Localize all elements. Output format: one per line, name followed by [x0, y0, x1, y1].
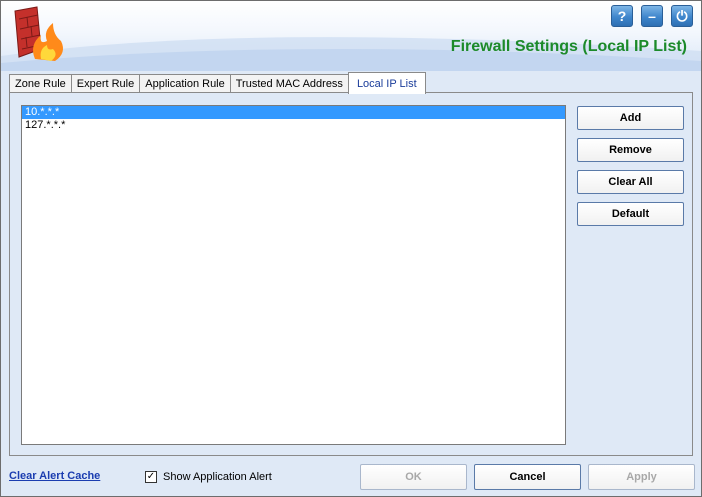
list-item[interactable]: 127.*.*.* — [22, 119, 565, 132]
tab-expert-rule[interactable]: Expert Rule — [70, 74, 141, 93]
list-item[interactable]: 10.*.*.* — [22, 106, 565, 119]
apply-button[interactable]: Apply — [588, 464, 695, 490]
dialog-buttons: OK Cancel Apply — [360, 464, 695, 490]
tab-panel: 10.*.*.* 127.*.*.* Add Remove Clear All … — [9, 92, 693, 456]
power-icon: ⏻ — [676, 7, 688, 24]
tab-strip: Zone Rule Expert Rule Application Rule T… — [9, 72, 426, 94]
cancel-button[interactable]: Cancel — [474, 464, 581, 490]
firewall-settings-window: ? – ⏻ Firewall Settings (Local IP List) … — [0, 0, 702, 497]
window-controls: ? – ⏻ — [611, 5, 693, 27]
add-button[interactable]: Add — [577, 106, 684, 130]
remove-button[interactable]: Remove — [577, 138, 684, 162]
show-application-alert-label: Show Application Alert — [163, 471, 272, 483]
help-button[interactable]: ? — [611, 5, 633, 27]
tab-zone-rule[interactable]: Zone Rule — [9, 74, 72, 93]
list-actions: Add Remove Clear All Default — [577, 106, 684, 226]
default-button[interactable]: Default — [577, 202, 684, 226]
header-swoosh — [1, 37, 701, 71]
ok-button[interactable]: OK — [360, 464, 467, 490]
ip-list-box[interactable]: 10.*.*.* 127.*.*.* — [21, 105, 566, 445]
tab-application-rule[interactable]: Application Rule — [139, 74, 231, 93]
power-button[interactable]: ⏻ — [671, 5, 693, 27]
help-icon: ? — [617, 8, 627, 24]
tab-local-ip-list[interactable]: Local IP List — [347, 72, 426, 94]
minimize-button[interactable]: – — [641, 5, 663, 27]
clear-all-button[interactable]: Clear All — [577, 170, 684, 194]
clear-alert-cache-link[interactable]: Clear Alert Cache — [9, 470, 100, 482]
header-banner: ? – ⏻ Firewall Settings (Local IP List) — [1, 1, 701, 71]
show-application-alert-checkbox[interactable]: ✓ — [145, 471, 157, 483]
tab-trusted-mac-address[interactable]: Trusted MAC Address — [229, 74, 349, 93]
minimize-icon: – — [648, 8, 656, 24]
page-title: Firewall Settings (Local IP List) — [450, 38, 687, 55]
show-application-alert-option: ✓ Show Application Alert — [145, 471, 272, 483]
firewall-logo-icon — [14, 6, 63, 61]
